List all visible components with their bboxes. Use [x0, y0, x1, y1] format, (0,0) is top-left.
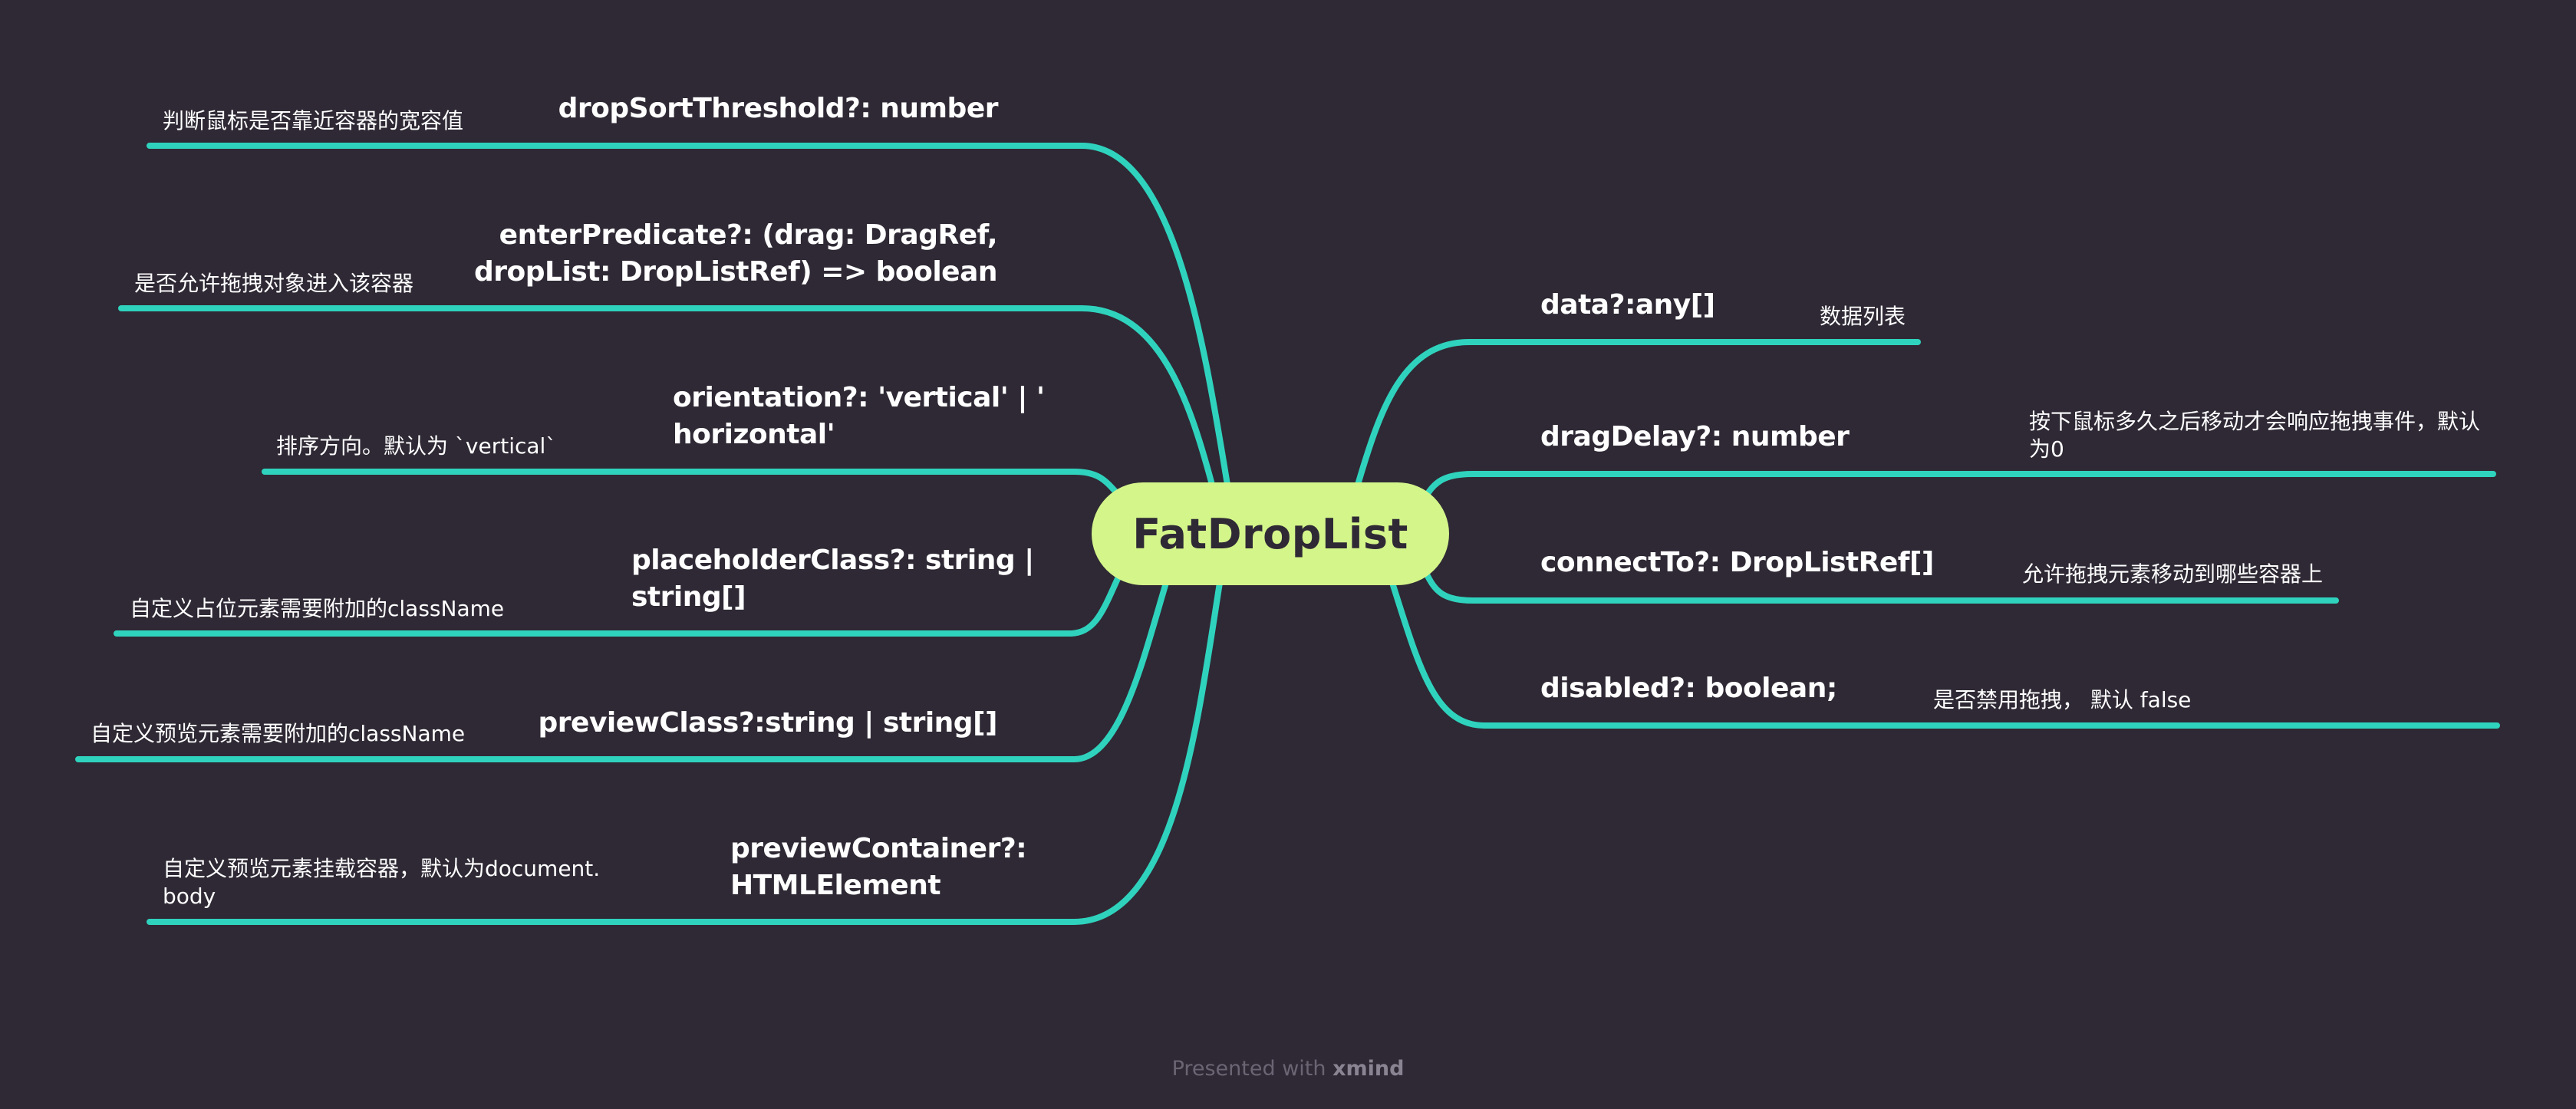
topic-placeholderclass[interactable]: placeholderClass?: string | string[]	[631, 542, 1034, 616]
note-line: 排序方向。默认为 `vertical`	[276, 433, 557, 459]
topic-line: dropList: DropListRef) => boolean	[474, 256, 997, 288]
xmind-brand: xmind	[1332, 1057, 1405, 1081]
topic-line: data?:any[]	[1540, 289, 1715, 321]
note-dragdelay: 按下鼠标多久之后移动才会响应拖拽事件，默认 为0	[2029, 408, 2480, 463]
note-line: 是否允许拖拽对象进入该容器	[134, 271, 414, 296]
topic-line: string[]	[631, 581, 746, 613]
note-line: 数据列表	[1820, 304, 1906, 329]
topic-line: placeholderClass?: string |	[631, 545, 1034, 576]
note-line: 是否禁用拖拽， 默认 false	[1933, 687, 2192, 712]
branch-line-dragdelay	[1422, 471, 2496, 500]
topic-enterpredicate[interactable]: enterPredicate?: (drag: DragRef, dropLis…	[474, 217, 997, 291]
note-line: body	[163, 884, 216, 909]
topic-disabled[interactable]: disabled?: boolean;	[1540, 670, 1837, 707]
topic-line: connectTo?: DropListRef[]	[1540, 547, 1934, 578]
central-topic[interactable]: FatDropList	[1092, 482, 1449, 585]
note-line: 按下鼠标多久之后移动才会响应拖拽事件，默认	[2029, 409, 2481, 434]
topic-line: dragDelay?: number	[1540, 421, 1850, 452]
note-enterpredicate: 是否允许拖拽对象进入该容器	[134, 270, 413, 298]
topic-line: orientation?: 'vertical' | '	[673, 382, 1045, 413]
topic-connectto[interactable]: connectTo?: DropListRef[]	[1540, 545, 1934, 581]
topic-line: previewClass?:string | string[]	[538, 707, 998, 739]
topic-line: previewContainer?:	[730, 833, 1027, 864]
topic-data[interactable]: data?:any[]	[1540, 287, 1715, 324]
note-line: 为0	[2029, 436, 2064, 462]
branch-line-data	[1355, 339, 1921, 488]
note-previewcontainer: 自定义预览元素挂载容器，默认为document. body	[163, 855, 600, 910]
note-placeholderclass: 自定义占位元素需要附加的className	[130, 595, 504, 623]
topic-line: horizontal'	[673, 419, 835, 450]
topic-line: disabled?: boolean;	[1540, 673, 1837, 704]
footer-prefix: Presented with	[1171, 1057, 1333, 1081]
note-orientation: 排序方向。默认为 `vertical`	[276, 433, 556, 460]
note-data: 数据列表	[1820, 303, 1906, 331]
topic-dropsortthreshold[interactable]: dropSortThreshold?: number	[558, 90, 999, 127]
topic-previewcontainer[interactable]: previewContainer?: HTMLElement	[730, 831, 1027, 904]
note-line: 自定义占位元素需要附加的className	[130, 596, 505, 621]
note-line: 允许拖拽元素移动到哪些容器上	[2022, 561, 2324, 587]
presented-with-footer: Presented with xmind	[0, 1057, 2576, 1081]
note-line: 自定义预览元素挂载容器，默认为document.	[163, 856, 601, 881]
note-line: 自定义预览元素需要附加的className	[91, 721, 466, 746]
note-disabled: 是否禁用拖拽， 默认 false	[1933, 686, 2191, 714]
topic-line: dropSortThreshold?: number	[558, 93, 999, 124]
branch-line-orientation	[262, 469, 1119, 495]
topic-line: enterPredicate?: (drag: DragRef,	[499, 219, 998, 251]
note-previewclass: 自定义预览元素需要附加的className	[91, 720, 465, 748]
note-dropsortthreshold: 判断鼠标是否靠近容器的宽容值	[163, 107, 463, 135]
topic-previewclass[interactable]: previewClass?:string | string[]	[539, 705, 998, 742]
note-line: 判断鼠标是否靠近容器的宽容值	[163, 108, 464, 133]
topic-orientation[interactable]: orientation?: 'vertical' | ' horizontal'	[673, 380, 1045, 453]
topic-dragdelay[interactable]: dragDelay?: number	[1540, 419, 1850, 456]
topic-line: HTMLElement	[730, 870, 941, 901]
note-connectto: 允许拖拽元素移动到哪些容器上	[2022, 561, 2323, 588]
